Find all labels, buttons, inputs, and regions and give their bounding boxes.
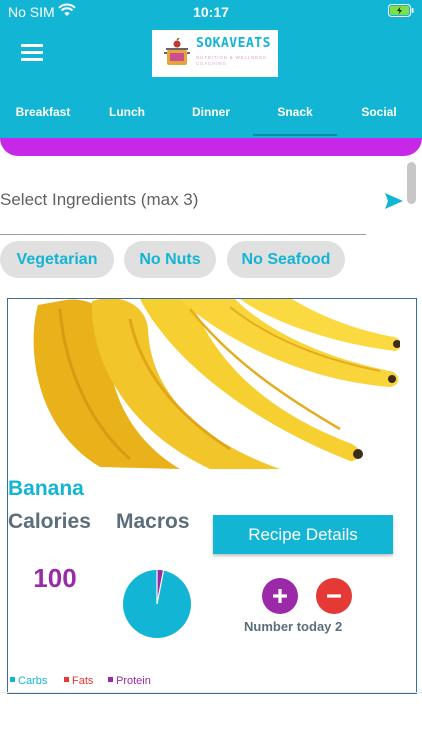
calories-label: Calories xyxy=(8,510,91,533)
legend-item-fats: Fats xyxy=(64,675,93,687)
macros-pie-chart xyxy=(123,569,191,638)
legend-item-carbs: Carbs xyxy=(10,675,47,687)
ingredient-search-input[interactable] xyxy=(0,188,360,212)
tab-social[interactable]: Social xyxy=(344,92,414,132)
recipe-name: Banana xyxy=(8,477,84,500)
scrollbar-thumb[interactable] xyxy=(407,162,416,204)
count-today: Number today 2 xyxy=(244,619,343,634)
brand-tagline: NUTRITION & WELLNESS COACHING xyxy=(196,55,267,66)
clock: 10:17 xyxy=(193,4,229,20)
recipe-details-button[interactable]: Recipe Details xyxy=(213,515,393,554)
filter-chip-no-seafood[interactable]: No Seafood xyxy=(227,241,345,278)
cooking-pot-icon xyxy=(164,38,190,65)
tab-snack[interactable]: Snack xyxy=(260,92,330,132)
meal-tabs: Breakfast Lunch Dinner Snack Social xyxy=(0,92,422,132)
calories-value: 100 xyxy=(33,563,77,593)
increase-button[interactable] xyxy=(262,578,298,614)
accent-banner xyxy=(0,138,422,156)
battery-icon xyxy=(388,4,414,20)
tab-dinner[interactable]: Dinner xyxy=(176,92,246,132)
divider xyxy=(0,692,422,693)
hamburger-menu-icon[interactable] xyxy=(21,44,43,62)
banana-image xyxy=(30,299,400,469)
filter-chip-vegetarian[interactable]: Vegetarian xyxy=(0,241,114,278)
legend-item-protein: Protein xyxy=(108,675,151,687)
macros-label: Macros xyxy=(116,510,190,533)
app-header: No SIM 10:17 SOKAVEATS NUTRITION & WELLN… xyxy=(0,0,422,138)
ingredient-search xyxy=(0,188,366,235)
brand-logo: SOKAVEATS NUTRITION & WELLNESS COACHING xyxy=(152,30,278,77)
tab-breakfast[interactable]: Breakfast xyxy=(14,92,72,132)
filter-chip-no-nuts[interactable]: No Nuts xyxy=(124,241,216,278)
minus-icon xyxy=(327,594,341,598)
plus-icon xyxy=(273,589,287,603)
decrease-button[interactable] xyxy=(316,578,352,614)
brand-name: SOKAVEATS xyxy=(196,36,271,51)
status-bar: No SIM 10:17 xyxy=(0,0,422,24)
recipe-card: Banana Calories Macros Recipe Details 10… xyxy=(7,298,417,694)
selected-tab-indicator xyxy=(253,134,337,136)
send-icon[interactable] xyxy=(384,192,404,210)
tab-lunch[interactable]: Lunch xyxy=(92,92,162,132)
